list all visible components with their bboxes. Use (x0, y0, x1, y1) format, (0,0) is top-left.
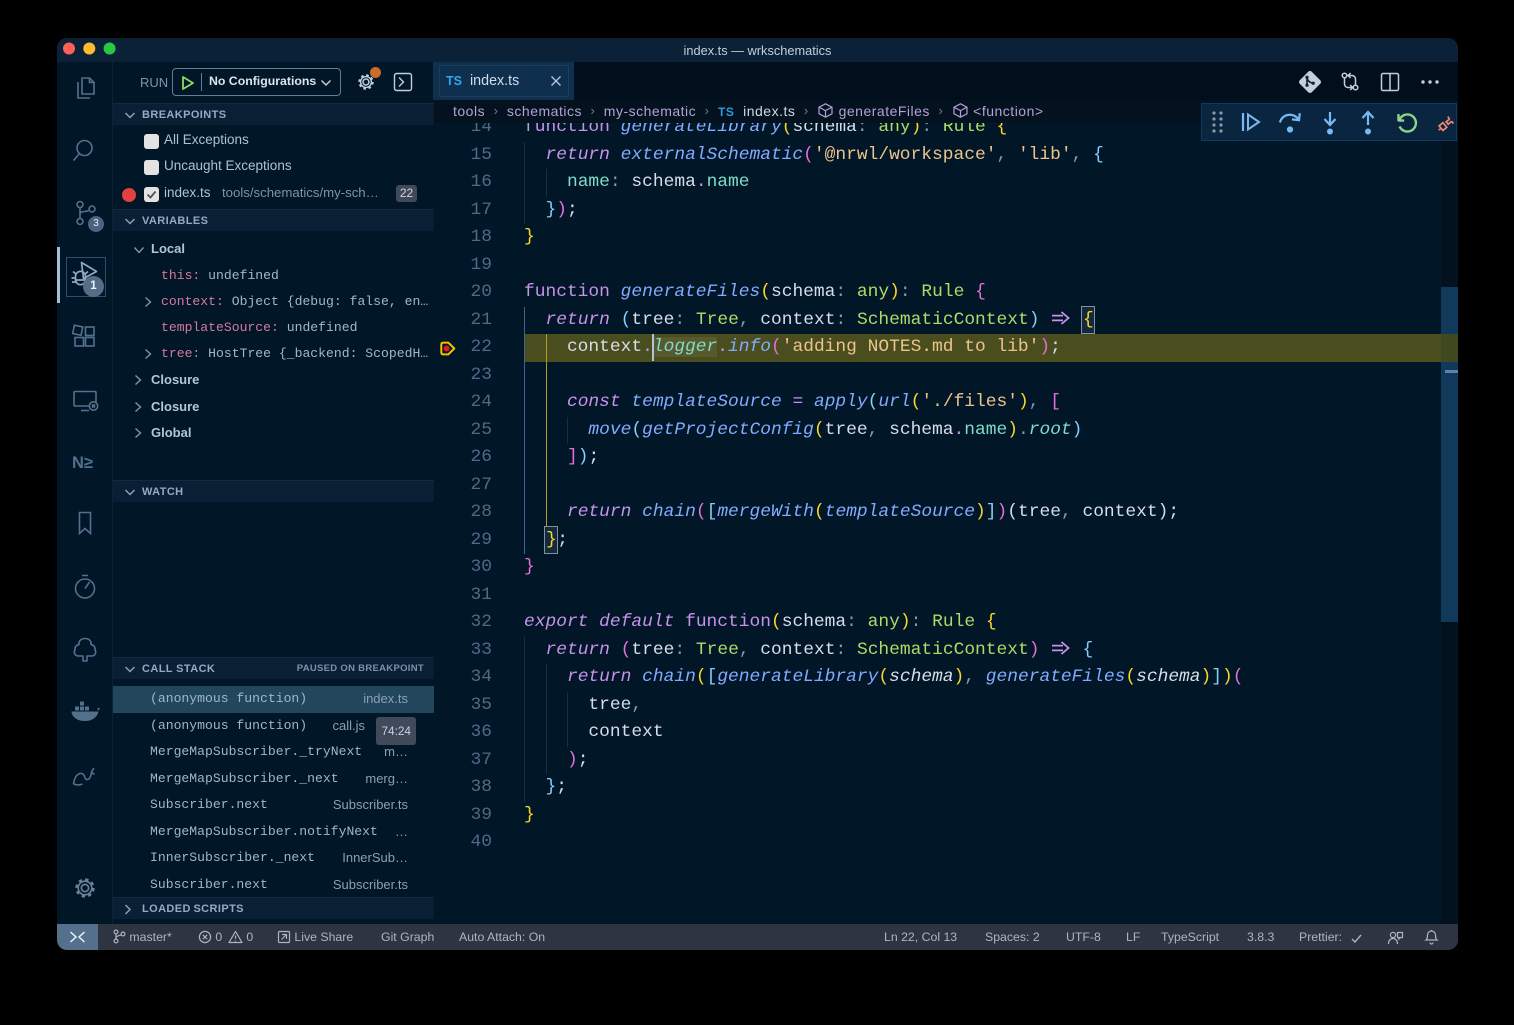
svg-text:N≥: N≥ (72, 454, 93, 472)
